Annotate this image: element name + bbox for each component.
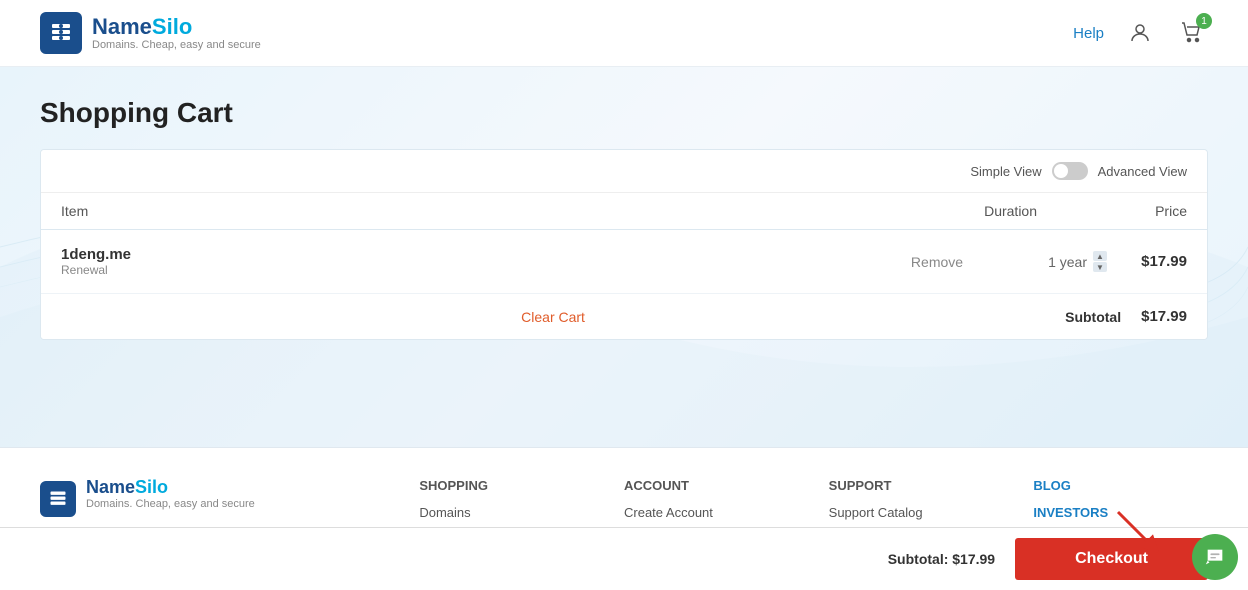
footer-shopping-title: SHOPPING	[419, 478, 594, 493]
price-cell: $17.99	[1107, 253, 1187, 270]
footer-logo-text: NameSilo Domains. Cheap, easy and secure	[86, 478, 255, 520]
footer-support-title: SUPPORT	[829, 478, 1004, 493]
chat-bubble[interactable]	[1192, 534, 1238, 580]
view-toggle-switch[interactable]	[1052, 162, 1088, 180]
main-content: Shopping Cart Simple View Advanced View …	[0, 67, 1248, 447]
help-link[interactable]: Help	[1073, 25, 1104, 42]
advanced-view-label: Advanced View	[1098, 164, 1187, 179]
logo-text: NameSilo Domains. Cheap, easy and secure	[92, 15, 261, 51]
clear-cart-button[interactable]: Clear Cart	[61, 309, 1045, 325]
simple-view-label: Simple View	[970, 164, 1041, 179]
domain-name: 1deng.me	[61, 246, 837, 263]
page-title: Shopping Cart	[40, 97, 1208, 129]
footer-logo-icon	[40, 481, 76, 517]
header-right: Help 1	[1073, 17, 1208, 49]
col-price-header: Price	[1037, 203, 1187, 219]
duration-price-cell: 1 year ▲ ▼ $17.99	[1037, 251, 1187, 272]
cart-badge: 1	[1196, 13, 1212, 29]
footer-link-domains[interactable]: Domains	[419, 505, 594, 520]
cart-icon[interactable]: 1	[1176, 17, 1208, 49]
subtotal-label: Subtotal	[1065, 309, 1121, 325]
subtotal-price: $17.99	[1141, 308, 1187, 325]
table-row: 1deng.me Renewal Remove 1 year ▲ ▼ $17.9…	[41, 230, 1207, 294]
cart-header: Item Duration Price	[41, 193, 1207, 230]
logo-name: NameSilo	[92, 15, 261, 39]
footer-link-investors[interactable]: INVESTORS	[1033, 505, 1208, 520]
cart-container: Simple View Advanced View Item Duration …	[40, 149, 1208, 340]
bottom-subtotal: Subtotal: $17.99	[888, 551, 995, 567]
view-toggle: Simple View Advanced View	[41, 150, 1207, 193]
footer-logo-name: NameSilo	[86, 478, 255, 498]
remove-button-cell: Remove	[837, 254, 1037, 270]
duration-spinner[interactable]: ▲ ▼	[1093, 251, 1107, 272]
logo-tagline: Domains. Cheap, easy and secure	[92, 39, 261, 51]
duration-text: 1 year	[1048, 254, 1087, 270]
footer-link-support-catalog[interactable]: Support Catalog	[829, 505, 1004, 520]
item-info: 1deng.me Renewal	[61, 246, 837, 277]
site-header: NameSilo Domains. Cheap, easy and secure…	[0, 0, 1248, 67]
renewal-label: Renewal	[61, 263, 837, 277]
duration-cell: 1 year ▲ ▼	[1048, 251, 1107, 272]
col-item-header: Item	[61, 203, 837, 219]
logo-icon	[40, 12, 82, 54]
spin-up-button[interactable]: ▲	[1093, 251, 1107, 261]
footer-account-title: ACCOUNT	[624, 478, 799, 493]
bottom-bar: Subtotal: $17.99 Checkout	[0, 527, 1248, 590]
logo[interactable]: NameSilo Domains. Cheap, easy and secure	[40, 12, 261, 54]
checkout-button[interactable]: Checkout	[1015, 538, 1208, 580]
footer-blog-title: BLOG	[1033, 478, 1208, 493]
remove-link[interactable]: Remove	[911, 254, 963, 270]
footer-tagline: Domains. Cheap, easy and secure	[86, 498, 255, 510]
spin-down-button[interactable]: ▼	[1093, 262, 1107, 272]
user-icon[interactable]	[1124, 17, 1156, 49]
footer-link-create-account[interactable]: Create Account	[624, 505, 799, 520]
cart-footer: Clear Cart Subtotal $17.99	[41, 294, 1207, 339]
col-duration-header: Duration	[837, 203, 1037, 219]
